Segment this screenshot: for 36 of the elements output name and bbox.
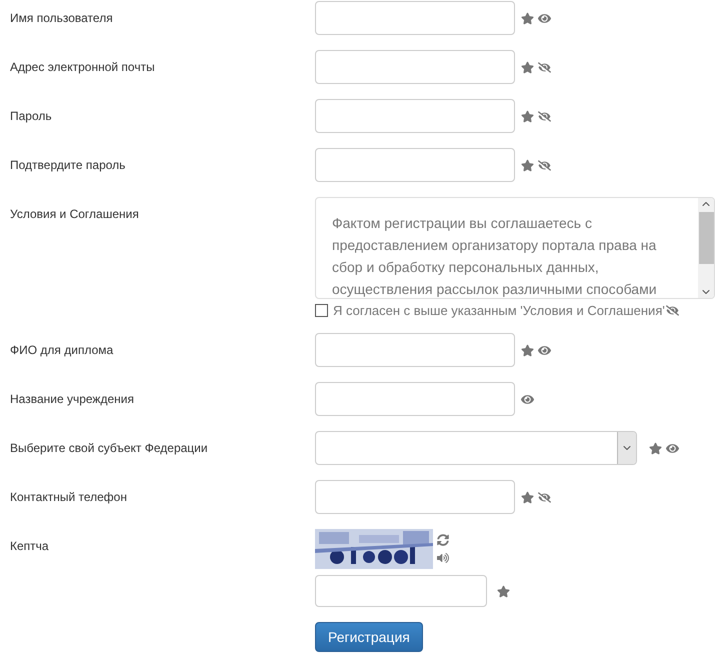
input-field[interactable]	[315, 333, 515, 367]
eye-slash-icon[interactable]	[538, 158, 551, 172]
input-field[interactable]	[315, 50, 515, 84]
field-label: Условия и Соглашения	[9, 206, 140, 221]
select-field[interactable]	[315, 431, 637, 465]
field-label: Подтвердите пароль	[9, 157, 126, 172]
field-label: Название учреждения	[9, 391, 135, 406]
field-label: Пароль	[9, 108, 53, 123]
field-label: Выберите свой субъект Федерации	[9, 440, 209, 455]
input-field[interactable]	[315, 480, 515, 514]
refresh-icon[interactable]	[437, 534, 449, 546]
field-label: Адрес электронной почты	[9, 59, 156, 74]
field-label: ФИО для диплома	[9, 342, 114, 357]
eye-icon[interactable]	[666, 442, 679, 454]
input-field[interactable]	[315, 99, 515, 133]
checkbox[interactable]	[315, 304, 328, 317]
register-button[interactable]: Регистрация	[315, 622, 423, 652]
eye-slash-icon[interactable]	[538, 110, 551, 122]
eye-icon[interactable]	[538, 344, 551, 356]
input-field[interactable]	[315, 575, 487, 607]
input-field[interactable]	[315, 382, 515, 416]
input-field[interactable]	[315, 1, 515, 35]
eye-slash-icon[interactable]	[538, 490, 551, 504]
scrollbar[interactable]	[698, 198, 714, 298]
eye-icon[interactable]	[521, 392, 534, 406]
terms-textarea[interactable]: Фактом регистрации вы соглашаетесь с предоставлением организатору портала права на сбор и обработку персональных данных, осуществления рассылок различными способами	[315, 197, 715, 299]
eye-slash-icon[interactable]	[538, 60, 551, 74]
field-label: Имя пользователя	[9, 10, 114, 25]
eye-slash-icon[interactable]	[666, 304, 679, 317]
checkbox-label[interactable]: Я согласен с выше указанным 'Условия и Соглашения'	[333, 303, 665, 318]
field-label: Контактный телефон	[9, 489, 128, 504]
eye-icon[interactable]	[538, 12, 551, 24]
speaker-icon[interactable]	[437, 552, 449, 564]
field-label: Кептча	[9, 538, 50, 553]
terms-text: Фактом регистрации вы соглашаетесь с предоставлением организатору портала права на сбор и обработку персональных данных, осуществления рассылок различными способами	[331, 214, 658, 298]
input-field[interactable]	[315, 148, 515, 182]
